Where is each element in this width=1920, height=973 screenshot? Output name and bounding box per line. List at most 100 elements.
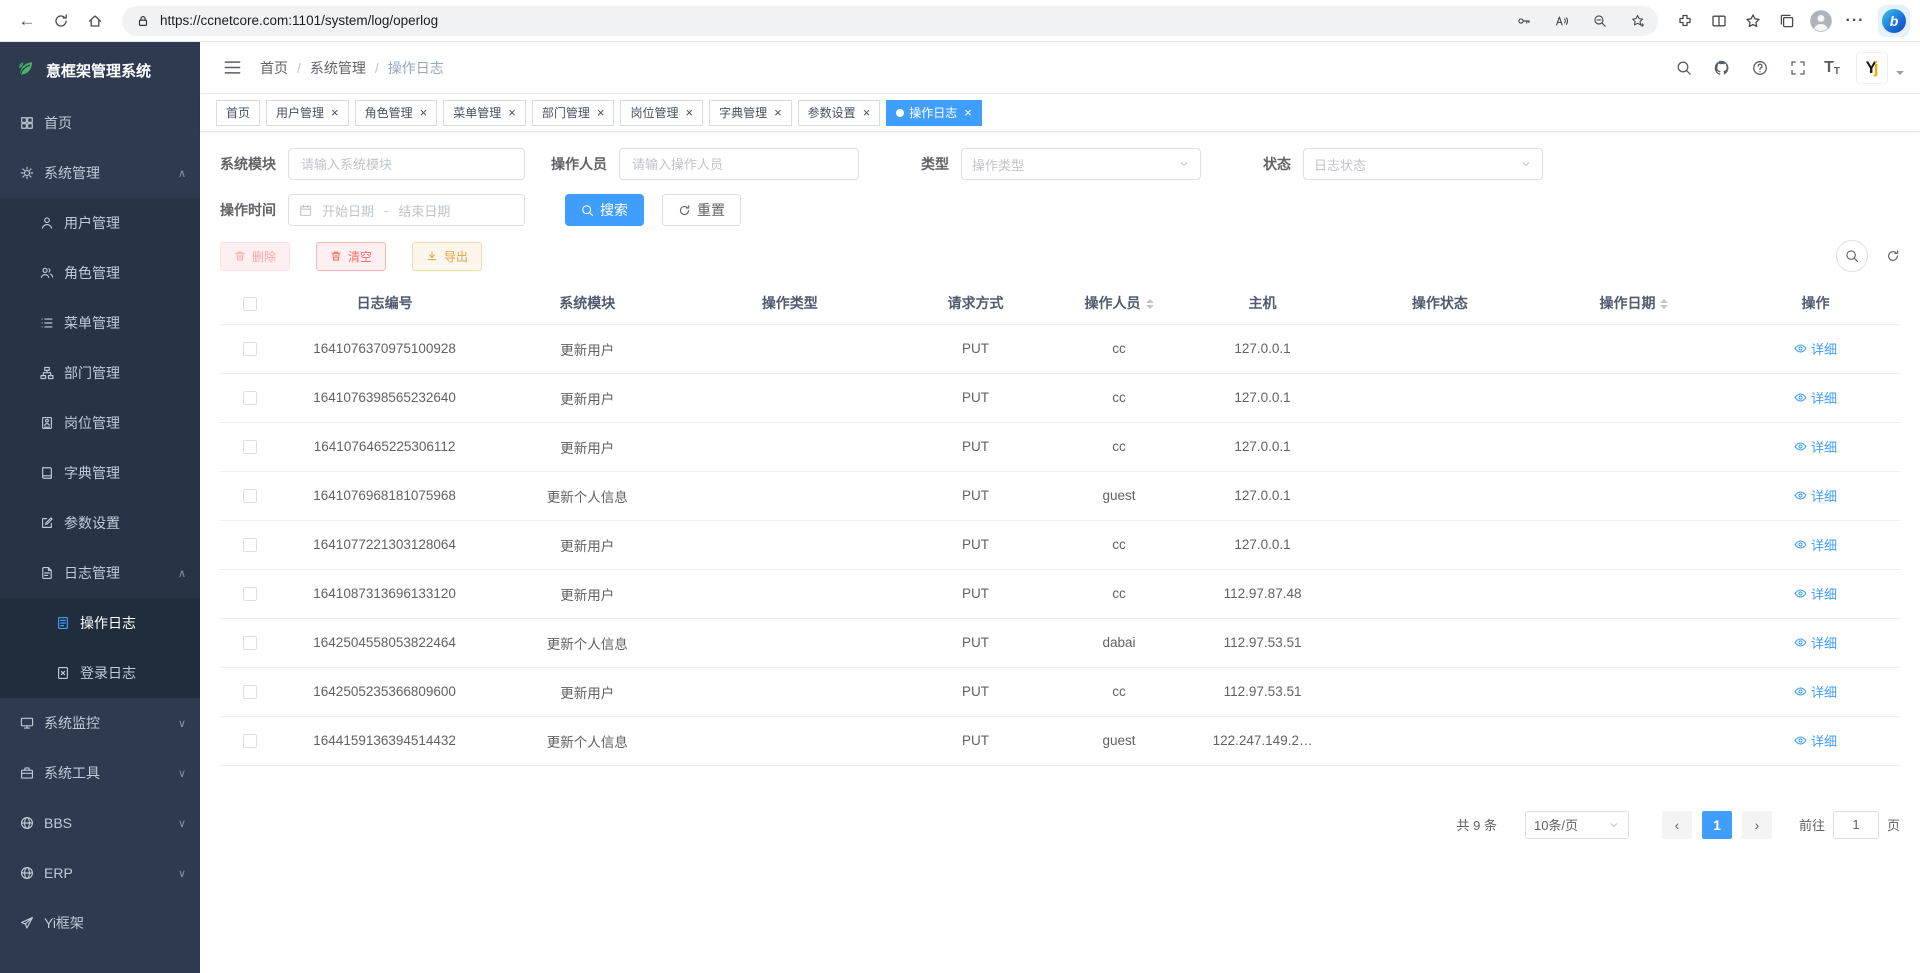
sidebar-item-dict-mgmt[interactable]: 字典管理 (0, 448, 200, 498)
col-operator[interactable]: 操作人员 (1056, 282, 1183, 324)
breadcrumb-section[interactable]: 系统管理 (310, 58, 366, 78)
tab-role-mgmt[interactable]: 角色管理× (355, 100, 438, 126)
tab-close-icon[interactable]: × (685, 106, 693, 119)
read-aloud-icon[interactable] (1548, 7, 1576, 35)
tab-close-icon[interactable]: × (508, 106, 516, 119)
date-range-input[interactable]: 开始日期 - 结束日期 (288, 194, 525, 226)
tab-dept-mgmt[interactable]: 部门管理× (532, 100, 615, 126)
type-select[interactable]: 操作类型 (961, 148, 1201, 180)
detail-link[interactable]: 详细 (1794, 486, 1837, 505)
row-checkbox[interactable] (243, 538, 257, 552)
help-icon[interactable] (1744, 52, 1776, 84)
tab-menu-mgmt[interactable]: 菜单管理× (443, 100, 526, 126)
goto-page-input[interactable] (1833, 811, 1879, 839)
fullscreen-icon[interactable] (1782, 52, 1814, 84)
select-all-checkbox[interactable] (243, 297, 257, 311)
row-checkbox[interactable] (243, 734, 257, 748)
detail-link[interactable]: 详细 (1794, 388, 1837, 407)
sidebar-item-menu-mgmt[interactable]: 菜单管理 (0, 298, 200, 348)
tab-close-icon[interactable]: × (964, 106, 972, 119)
operator-input[interactable] (619, 148, 859, 180)
col-date[interactable]: 操作日期 (1537, 282, 1731, 324)
sidebar-item-param-settings[interactable]: 参数设置 (0, 498, 200, 548)
detail-link[interactable]: 详细 (1794, 339, 1837, 358)
sidebar-item-role-mgmt[interactable]: 角色管理 (0, 248, 200, 298)
browser-home-button[interactable] (78, 4, 112, 38)
row-checkbox[interactable] (243, 489, 257, 503)
app-logo[interactable]: 意框架管理系统 (0, 42, 200, 98)
reset-button[interactable]: 重置 (662, 194, 741, 226)
profile-avatar[interactable] (1804, 4, 1838, 38)
detail-link[interactable]: 详细 (1794, 584, 1837, 603)
split-screen-icon[interactable] (1702, 4, 1736, 38)
url-text[interactable]: https://ccnetcore.com:1101/system/log/op… (160, 13, 1500, 28)
sidebar-item-yi-framework[interactable]: Yi框架 (0, 898, 200, 948)
toolbar-refresh-button[interactable] (1886, 249, 1900, 263)
tab-user-mgmt[interactable]: 用户管理× (266, 100, 349, 126)
avatar-caret-icon[interactable] (1896, 71, 1904, 79)
sidebar-item-dept-mgmt[interactable]: 部门管理 (0, 348, 200, 398)
detail-link[interactable]: 详细 (1794, 633, 1837, 652)
sidebar-item-system-monitor[interactable]: 系统监控 ∨ (0, 698, 200, 748)
tab-post-mgmt[interactable]: 岗位管理× (620, 100, 703, 126)
tab-close-icon[interactable]: × (420, 106, 428, 119)
sidebar-item-home[interactable]: 首页 (0, 98, 200, 148)
sidebar-item-user-mgmt[interactable]: 用户管理 (0, 198, 200, 248)
bing-chat-button[interactable]: b (1878, 5, 1910, 37)
browser-back-button[interactable]: ← (10, 4, 44, 38)
password-key-icon[interactable] (1510, 7, 1538, 35)
clear-button[interactable]: 清空 (316, 242, 386, 271)
sidebar-item-system-tools[interactable]: 系统工具 ∨ (0, 748, 200, 798)
browser-menu-icon[interactable]: ··· (1838, 4, 1872, 38)
detail-link[interactable]: 详细 (1794, 731, 1837, 750)
sidebar-item-erp[interactable]: ERP ∨ (0, 848, 200, 898)
breadcrumb-home[interactable]: 首页 (260, 58, 288, 78)
github-icon[interactable] (1706, 52, 1738, 84)
search-button[interactable]: 搜索 (565, 194, 644, 226)
font-size-icon[interactable]: TT (1820, 59, 1844, 77)
row-checkbox[interactable] (243, 636, 257, 650)
hamburger-icon[interactable] (216, 52, 248, 84)
prev-page-button[interactable]: ‹ (1662, 811, 1692, 839)
status-select[interactable]: 日志状态 (1303, 148, 1543, 180)
row-checkbox[interactable] (243, 587, 257, 601)
sort-icons[interactable] (1146, 295, 1154, 313)
page-number-button[interactable]: 1 (1702, 811, 1732, 839)
module-input[interactable] (288, 148, 525, 180)
add-favorite-icon[interactable] (1624, 7, 1652, 35)
sidebar-item-operation-log[interactable]: 操作日志 (0, 598, 200, 648)
sidebar-item-bbs[interactable]: BBS ∨ (0, 798, 200, 848)
browser-refresh-button[interactable] (44, 4, 78, 38)
sidebar-item-login-log[interactable]: 登录日志 (0, 648, 200, 698)
address-bar[interactable]: https://ccnetcore.com:1101/system/log/op… (122, 6, 1658, 36)
zoom-out-icon[interactable] (1586, 7, 1614, 35)
tab-close-icon[interactable]: × (774, 106, 782, 119)
tab-close-icon[interactable]: × (863, 106, 871, 119)
tab-param-settings[interactable]: 参数设置× (798, 100, 881, 126)
row-checkbox[interactable] (243, 342, 257, 356)
sidebar-item-log-mgmt[interactable]: 日志管理 ∧ (0, 548, 200, 598)
sidebar-item-system-mgmt[interactable]: 系统管理 ∧ (0, 148, 200, 198)
tab-home[interactable]: 首页 (216, 100, 260, 126)
page-size-select[interactable]: 10条/页 (1525, 811, 1629, 839)
toolbar-search-button[interactable] (1836, 240, 1868, 272)
tab-operation-log[interactable]: 操作日志× (886, 100, 982, 126)
sort-icons[interactable] (1660, 295, 1668, 313)
detail-link[interactable]: 详细 (1794, 535, 1837, 554)
tab-dict-mgmt[interactable]: 字典管理× (709, 100, 792, 126)
favorites-icon[interactable] (1736, 4, 1770, 38)
tab-close-icon[interactable]: × (597, 106, 605, 119)
detail-link[interactable]: 详细 (1794, 437, 1837, 456)
detail-link[interactable]: 详细 (1794, 682, 1837, 701)
extensions-icon[interactable] (1668, 4, 1702, 38)
user-avatar-logo[interactable]: Yj (1856, 52, 1888, 84)
row-checkbox[interactable] (243, 685, 257, 699)
row-checkbox[interactable] (243, 440, 257, 454)
sidebar-item-post-mgmt[interactable]: 岗位管理 (0, 398, 200, 448)
tab-close-icon[interactable]: × (331, 106, 339, 119)
delete-button[interactable]: 删除 (220, 242, 290, 271)
header-search-icon[interactable] (1668, 52, 1700, 84)
collections-icon[interactable] (1770, 4, 1804, 38)
export-button[interactable]: 导出 (412, 242, 482, 271)
next-page-button[interactable]: › (1742, 811, 1772, 839)
